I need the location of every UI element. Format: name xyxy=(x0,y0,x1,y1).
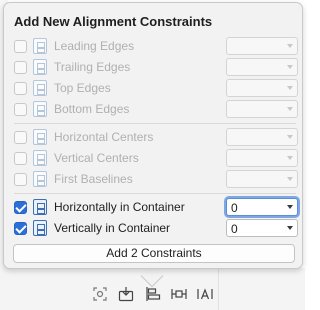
vertical-centers-icon xyxy=(33,150,47,166)
update-frames-icon[interactable] xyxy=(92,286,108,302)
toolbar-divider xyxy=(218,268,219,310)
alignment-constraints-popover: Add New Alignment Constraints Leading Ed… xyxy=(3,2,303,269)
horizontal-centers-label: Horizontal Centers xyxy=(54,130,154,144)
horizontally-in-container-offset-select[interactable]: 0 xyxy=(226,198,298,216)
embed-in-icon[interactable] xyxy=(118,286,134,302)
chevron-down-icon xyxy=(287,65,293,69)
row-vertically-in-container: Vertically in Container 0 xyxy=(11,218,303,238)
resolve-issues-icon[interactable] xyxy=(197,286,213,302)
horizontal-centers-offset-select[interactable] xyxy=(226,128,298,146)
add-constraints-button[interactable]: Add 2 Constraints xyxy=(13,244,295,263)
first-baselines-label: First Baselines xyxy=(54,172,133,186)
chevron-down-icon xyxy=(287,135,293,139)
horizontally-in-container-label: Horizontally in Container xyxy=(54,200,185,214)
chevron-down-icon xyxy=(287,177,293,181)
vertically-in-container-offset-value: 0 xyxy=(231,222,238,236)
vertically-in-container-label: Vertically in Container xyxy=(54,221,171,235)
horizontally-in-container-checkbox[interactable] xyxy=(14,201,27,214)
bottom-edges-offset-select[interactable] xyxy=(226,100,298,118)
first-baselines-icon xyxy=(33,171,47,187)
vertically-in-container-checkbox[interactable] xyxy=(14,222,27,235)
row-top-edges: Top Edges xyxy=(11,78,303,98)
first-baselines-offset-select[interactable] xyxy=(226,170,298,188)
horizontally-in-container-icon xyxy=(33,199,47,215)
horizontally-in-container-offset-value: 0 xyxy=(231,201,238,215)
first-baselines-checkbox[interactable] xyxy=(14,173,27,186)
align-icon[interactable] xyxy=(145,286,161,302)
leading-edges-offset-select[interactable] xyxy=(226,37,298,55)
group-separator xyxy=(14,123,296,124)
top-edges-label: Top Edges xyxy=(54,81,111,95)
chevron-down-icon xyxy=(287,156,293,160)
vertical-centers-checkbox[interactable] xyxy=(14,152,27,165)
row-horizontal-centers: Horizontal Centers xyxy=(11,127,303,147)
add-constraints-icon[interactable] xyxy=(171,286,187,302)
top-edges-icon xyxy=(33,80,47,96)
bottom-edges-label: Bottom Edges xyxy=(54,102,130,116)
group-separator xyxy=(14,193,296,194)
vertically-in-container-offset-select[interactable]: 0 xyxy=(226,219,298,237)
vertical-centers-label: Vertical Centers xyxy=(54,151,139,165)
chevron-down-icon xyxy=(287,86,293,90)
chevron-down-icon xyxy=(287,226,293,230)
row-first-baselines: First Baselines xyxy=(11,169,303,189)
trailing-edges-icon xyxy=(33,59,47,75)
vertical-centers-offset-select[interactable] xyxy=(226,149,298,167)
row-horizontally-in-container: Horizontally in Container 0 xyxy=(11,197,303,217)
chevron-down-icon xyxy=(287,44,293,48)
chevron-down-icon xyxy=(287,107,293,111)
trailing-edges-offset-select[interactable] xyxy=(226,58,298,76)
leading-edges-label: Leading Edges xyxy=(54,39,135,53)
horizontal-centers-icon xyxy=(33,129,47,145)
leading-edges-checkbox[interactable] xyxy=(14,40,27,53)
bottom-edges-icon xyxy=(33,101,47,117)
top-edges-offset-select[interactable] xyxy=(226,79,298,97)
vertically-in-container-icon xyxy=(33,220,47,236)
row-vertical-centers: Vertical Centers xyxy=(11,148,303,168)
top-edges-checkbox[interactable] xyxy=(14,82,27,95)
trailing-edges-label: Trailing Edges xyxy=(54,60,131,74)
row-bottom-edges: Bottom Edges xyxy=(11,99,303,119)
horizontal-centers-checkbox[interactable] xyxy=(14,131,27,144)
popover-title: Add New Alignment Constraints xyxy=(14,14,213,29)
chevron-down-icon xyxy=(287,205,293,209)
row-trailing-edges: Trailing Edges xyxy=(11,57,303,77)
row-leading-edges: Leading Edges xyxy=(11,36,303,56)
bottom-edges-checkbox[interactable] xyxy=(14,103,27,116)
trailing-edges-checkbox[interactable] xyxy=(14,61,27,74)
leading-edges-icon xyxy=(33,38,47,54)
